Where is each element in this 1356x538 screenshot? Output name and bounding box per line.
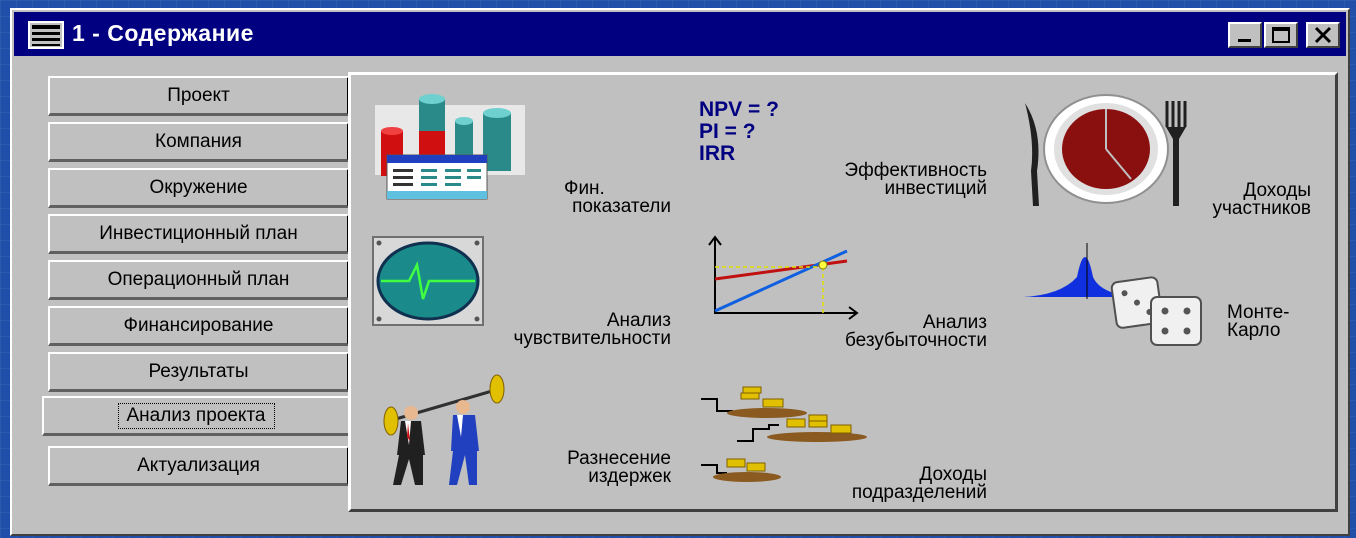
app-window: 1 - Содержание Проект Компания Окружение… <box>10 8 1350 536</box>
analysis-panel: Фин. показатели NPV = ? PI = ? IRR Эффек… <box>348 72 1338 512</box>
minimize-icon <box>1238 39 1251 42</box>
tab-operational-plan[interactable]: Операционный план <box>48 260 350 300</box>
sens-line2: чувствительности <box>513 328 671 349</box>
dice-distribution-icon <box>1023 243 1202 346</box>
tab-project[interactable]: Проект <box>48 76 350 116</box>
tab-label: Результаты <box>148 361 249 382</box>
div-line2: подразделений <box>851 482 987 503</box>
cost-line2: издержек <box>588 466 671 487</box>
tab-actualization[interactable]: Актуализация <box>48 446 350 486</box>
be-line2: безубыточности <box>845 330 987 351</box>
plate-pie-icon <box>1025 94 1187 206</box>
coin-stairs-icon <box>701 386 867 482</box>
tab-label: Актуализация <box>137 455 260 476</box>
fin-indicators-item[interactable]: Фин. показатели <box>371 91 671 221</box>
window-title: 1 - Содержание <box>72 20 254 46</box>
pi-text: PI = ? <box>699 120 756 143</box>
tab-environment[interactable]: Окружение <box>48 168 350 208</box>
tab-investment-plan[interactable]: Инвестиционный план <box>48 214 350 254</box>
tab-label: Компания <box>155 131 242 152</box>
tab-label: Операционный план <box>107 269 290 290</box>
minimize-button[interactable] <box>1228 22 1262 48</box>
tab-label: Инвестиционный план <box>99 223 298 244</box>
close-icon <box>1314 26 1332 44</box>
tab-project-analysis[interactable]: Анализ проекта <box>42 396 348 436</box>
eff-line2: инвестиций <box>884 178 987 199</box>
break-even-analysis-item[interactable]: Анализ безубыточности <box>697 235 987 357</box>
monte-carlo-item[interactable]: Монте- Карло <box>1021 237 1311 367</box>
maximize-icon <box>1272 27 1290 43</box>
title-bar[interactable]: 1 - Содержание <box>14 12 1346 56</box>
oscilloscope-icon <box>372 236 484 326</box>
close-button[interactable] <box>1306 22 1340 48</box>
cost-allocation-item[interactable]: Разнесение издержек <box>371 374 671 505</box>
npv-text: NPV = ? <box>699 98 779 121</box>
irr-text: IRR <box>699 142 736 165</box>
division-income-item[interactable]: Доходы подразделений <box>697 381 987 503</box>
investment-efficiency-item[interactable]: NPV = ? PI = ? IRR Эффективность инвести… <box>697 99 987 219</box>
income-line2: участников <box>1212 198 1311 219</box>
tab-company[interactable]: Компания <box>48 122 350 162</box>
financial-indicators-icon <box>375 94 525 200</box>
participant-income-item[interactable]: Доходы участников <box>1021 91 1311 221</box>
mc-line2: Карло <box>1227 320 1281 341</box>
fin-line2: показатели <box>572 196 671 217</box>
break-even-chart-icon <box>708 235 859 320</box>
notebook-icon <box>28 21 64 49</box>
maximize-button[interactable] <box>1264 22 1298 48</box>
tab-results[interactable]: Результаты <box>48 352 350 392</box>
tab-financing[interactable]: Финансирование <box>48 306 350 346</box>
tab-label: Финансирование <box>123 315 274 336</box>
tab-label: Окружение <box>149 177 248 198</box>
tab-label: Проект <box>167 85 230 106</box>
tab-label: Анализ проекта <box>117 403 275 429</box>
weightlifters-icon <box>383 374 505 485</box>
sensitivity-analysis-item[interactable]: Анализ чувствительности <box>371 235 671 355</box>
